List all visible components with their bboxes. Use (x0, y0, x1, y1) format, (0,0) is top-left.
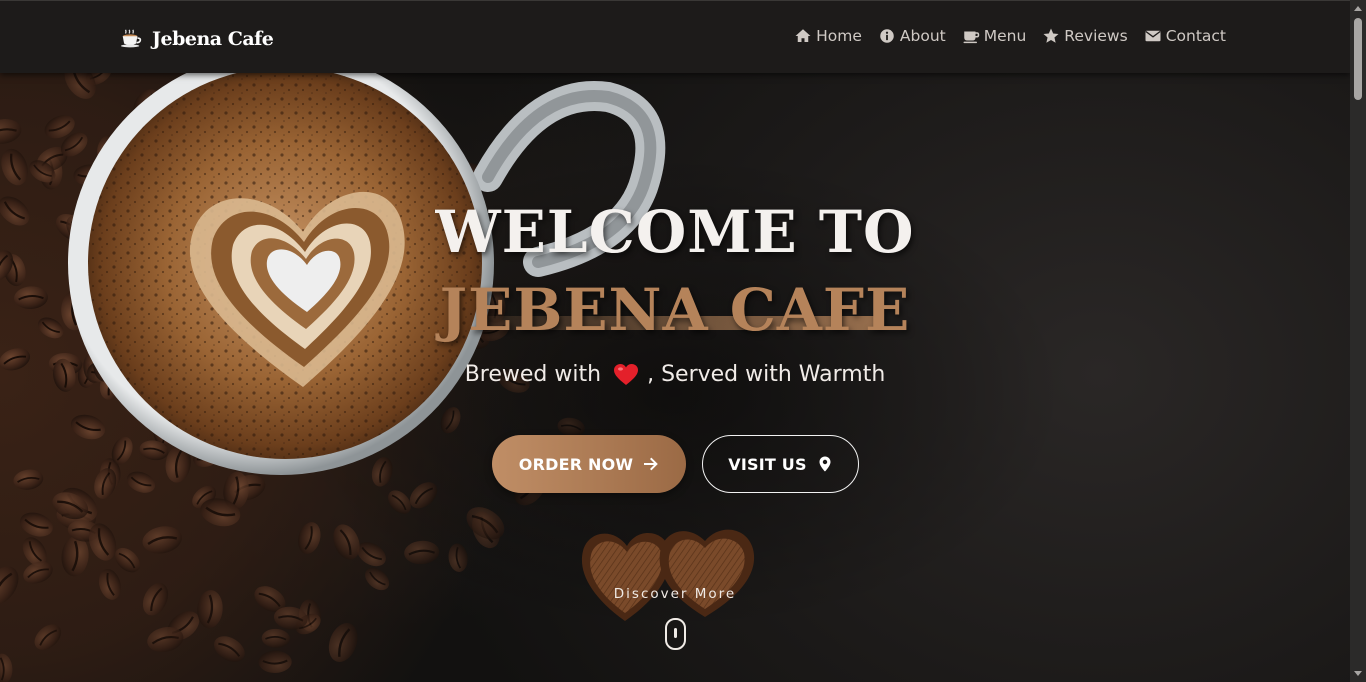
navbar: Jebena Cafe Home About Menu Reviews Cont… (0, 0, 1350, 73)
hero-title-line-1: WELCOME TO (435, 198, 915, 266)
nav-contact-link[interactable]: Contact (1144, 27, 1226, 45)
star-icon (1043, 28, 1059, 43)
nav-menu-label: Menu (983, 27, 1027, 45)
info-icon (880, 29, 894, 43)
hero-title-line-2: JEBENA CAFE (439, 276, 911, 344)
chocolate-hearts-image (581, 529, 755, 621)
red-heart-icon (614, 363, 639, 385)
arrow-right-icon (644, 457, 659, 471)
nav-home-link[interactable]: Home (794, 27, 862, 45)
order-now-button[interactable]: ORDER NOW (492, 435, 686, 493)
coffee-cup-icon (120, 29, 142, 48)
visit-us-label: VISIT US (728, 454, 807, 474)
hero-section: WELCOME TO JEBENA CAFE Brewed with , Ser… (0, 73, 1350, 682)
nav-contact-label: Contact (1165, 27, 1226, 45)
nav-reviews-link[interactable]: Reviews (1042, 27, 1128, 45)
scroll-up-arrow-icon[interactable] (1354, 6, 1362, 11)
scroll-thumb[interactable] (1354, 18, 1362, 100)
page-scrollbar[interactable] (1350, 0, 1366, 682)
tagline-prefix: Brewed with (464, 362, 602, 387)
nav-links: Home About Menu Reviews Contact (794, 27, 1226, 45)
nav-menu-link[interactable]: Menu (962, 27, 1027, 45)
mug-icon (963, 31, 979, 44)
nav-about-label: About (899, 27, 946, 45)
brand[interactable]: Jebena Cafe (120, 26, 274, 52)
discover-more-label[interactable]: Discover More (0, 586, 1350, 602)
order-now-label: ORDER NOW (518, 454, 634, 474)
nav-home-label: Home (816, 27, 862, 45)
tagline-suffix: , Served with Warmth (647, 362, 886, 387)
brand-name: Jebena Cafe (152, 28, 274, 50)
visit-us-button[interactable]: VISIT US (702, 435, 859, 493)
map-pin-icon (819, 456, 831, 472)
scroll-down-arrow-icon[interactable] (1354, 671, 1362, 676)
hero-tagline: Brewed with , Served with Warmth (0, 362, 1350, 387)
envelope-icon (1145, 30, 1161, 42)
scroll-mouse-icon[interactable] (665, 618, 686, 650)
nav-reviews-label: Reviews (1064, 27, 1128, 45)
nav-about-link[interactable]: About (878, 27, 946, 45)
home-icon (795, 29, 811, 42)
